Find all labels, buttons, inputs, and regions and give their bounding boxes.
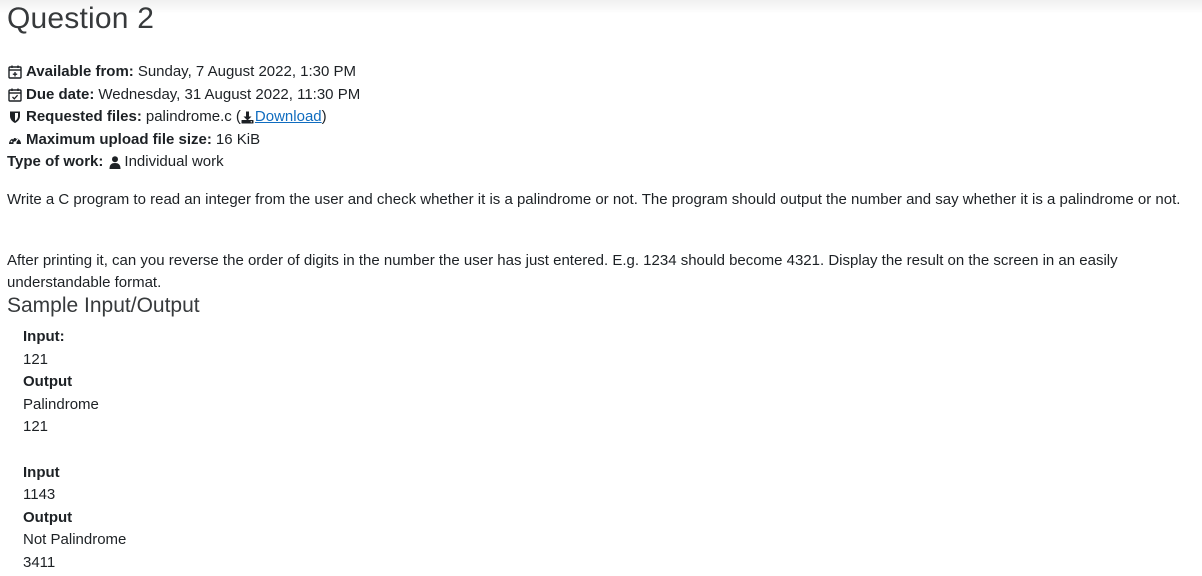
download-close-paren: ) bbox=[321, 108, 327, 126]
type-of-work-value: Individual work bbox=[124, 153, 224, 171]
max-upload-value: 16 KiB bbox=[215, 130, 261, 148]
sample-input-value: 121 bbox=[23, 350, 49, 368]
sample-output-line: 121 bbox=[23, 418, 49, 435]
due-date-label: Due date: bbox=[26, 85, 95, 103]
sample-output-line: Palindrome bbox=[23, 395, 99, 413]
max-upload-label: Maximum upload file size: bbox=[26, 130, 212, 148]
type-of-work-label: Type of work: bbox=[7, 153, 104, 171]
sample-input-value: 1143 bbox=[23, 486, 56, 503]
sample-output-label: Output bbox=[23, 373, 73, 390]
requested-files-label: Requested files: bbox=[26, 108, 142, 126]
sample-io-heading: Sample Input/Output bbox=[7, 294, 200, 317]
sample-input-label: Input: bbox=[23, 328, 65, 345]
description-paragraph-2: After printing it, can you reverse the o… bbox=[7, 252, 1118, 291]
sample-2: Input 1143 Output Not Palindrome 3411 bbox=[23, 462, 126, 575]
assignment-dates: Available from: Sunday, 7 August 2022, 1… bbox=[7, 61, 360, 174]
max-upload-row: Maximum upload file size: 16 KiB bbox=[7, 129, 360, 152]
due-date-value: Wednesday, 31 August 2022, 11:30 PM bbox=[98, 85, 361, 103]
sample-spacer bbox=[23, 439, 126, 462]
type-of-work-row: Type of work: Individual work bbox=[7, 151, 360, 174]
sample-input-label: Input bbox=[23, 463, 60, 481]
page-title: Question 2 bbox=[7, 2, 155, 35]
assignment-page: Question 2 Available from: Sunday, 7 Aug… bbox=[0, 0, 1202, 576]
user-icon bbox=[107, 155, 122, 170]
description-paragraph-1: Write a C program to read an integer fro… bbox=[7, 191, 1181, 208]
dashboard-icon bbox=[7, 133, 22, 148]
sample-output-line: Not Palindrome bbox=[23, 531, 127, 548]
calendar-check-icon bbox=[7, 87, 22, 102]
download-link[interactable]: Download bbox=[255, 106, 322, 129]
shield-icon bbox=[7, 110, 22, 125]
available-from-value: Sunday, 7 August 2022, 1:30 PM bbox=[137, 63, 357, 80]
sample-output-label: Output bbox=[23, 508, 73, 526]
available-from-label: Available from: bbox=[26, 63, 134, 80]
available-from-row: Available from: Sunday, 7 August 2022, 1… bbox=[7, 61, 360, 84]
header-shadow bbox=[0, 0, 1202, 14]
due-date-row: Due date: Wednesday, 31 August 2022, 11:… bbox=[7, 84, 360, 107]
sample-io-list: Input: 121 Output Palindrome 121 Input 1… bbox=[23, 326, 126, 574]
requested-file-name: palindrome.c ( bbox=[145, 108, 241, 126]
sample-output-line: 3411 bbox=[23, 553, 56, 571]
calendar-plus-icon bbox=[7, 65, 22, 80]
requested-files-row: Requested files: palindrome.c ( Download… bbox=[7, 106, 360, 129]
sample-1: Input: 121 Output Palindrome 121 bbox=[23, 326, 126, 439]
download-icon[interactable] bbox=[241, 110, 255, 124]
